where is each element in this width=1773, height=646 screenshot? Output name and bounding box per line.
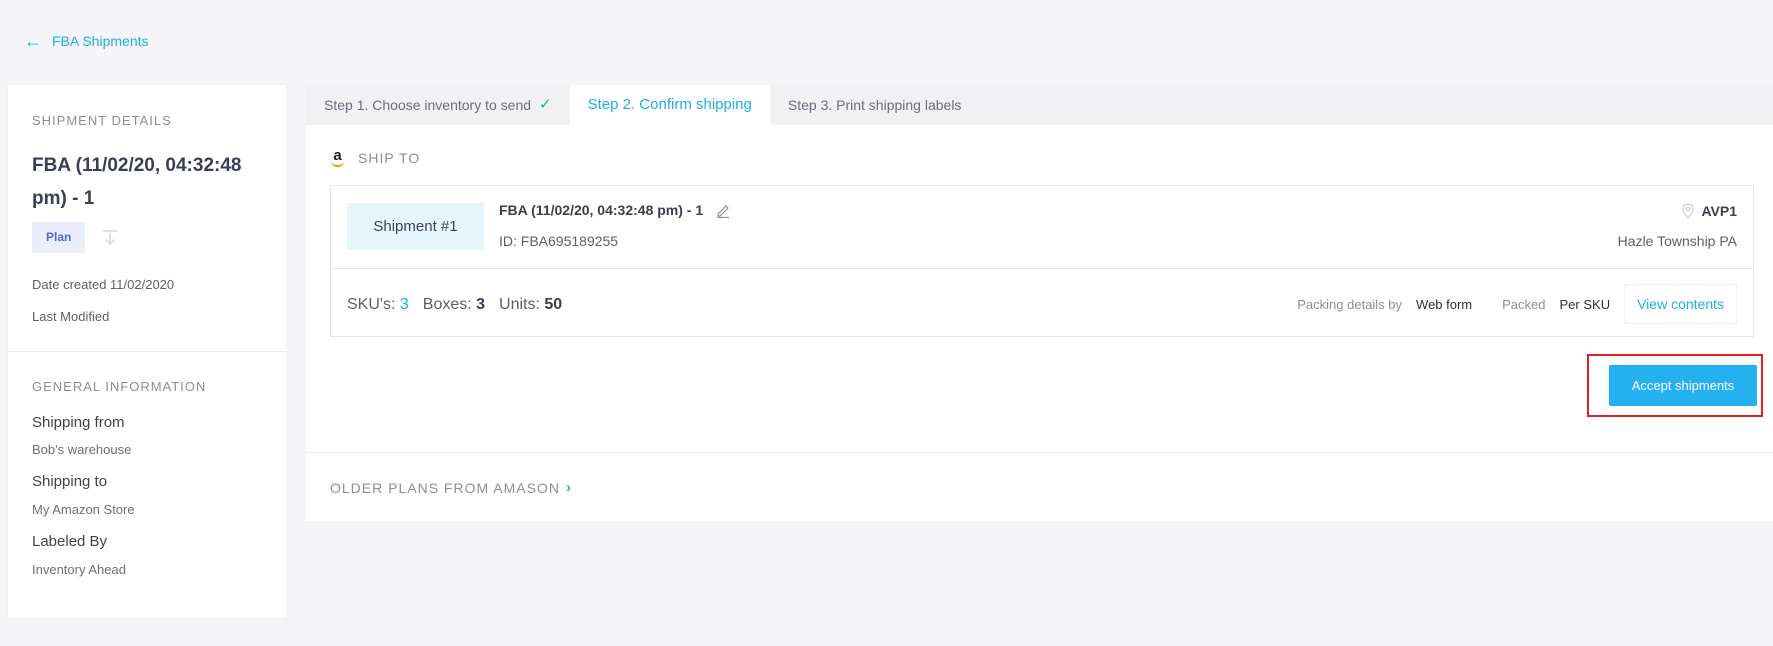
boxes-value: 3	[476, 296, 486, 313]
packed-value: Per SKU	[1559, 296, 1611, 312]
destination-city: Hazle Township PA	[1617, 233, 1737, 249]
pencil-edit-icon-svg	[717, 205, 730, 219]
skus-stat: SKU's: 3	[347, 296, 409, 314]
shipment-details-panel: SHIPMENT DETAILS FBA (11/02/20, 04:32:48…	[8, 85, 286, 618]
confirm-shipping-card: a SHIP TO Shipment #1 FBA (11/02/20, 04:…	[306, 125, 1773, 521]
units-value: 50	[544, 296, 563, 313]
shipment-details-heading: SHIPMENT DETAILS	[32, 113, 172, 128]
section-divider	[8, 351, 286, 352]
packing-details-value: Web form	[1416, 296, 1473, 312]
units-stat: Units: 50	[499, 296, 562, 314]
shipment-stats: SKU's: 3 Boxes: 3 Units: 50	[347, 296, 562, 314]
packing-info: Packing details by Web form Packed Per S…	[1297, 284, 1737, 324]
older-plans-link[interactable]: OLDER PLANS FROM AMASON ›	[330, 479, 572, 496]
view-contents-button[interactable]: View contents	[1624, 284, 1737, 324]
older-plans-label: OLDER PLANS FROM AMASON	[330, 479, 560, 496]
boxes-stat: Boxes: 3	[423, 296, 485, 314]
tab-step-2-label: Step 2. Confirm shipping	[587, 96, 752, 113]
shipping-to-value: My Amazon Store	[32, 502, 135, 517]
tab-step-1[interactable]: Step 1. Choose inventory to send ✓	[306, 85, 570, 125]
download-icon-svg	[102, 229, 119, 245]
back-link-label: FBA Shipments	[52, 33, 149, 49]
shipping-to-label: Shipping to	[32, 473, 108, 490]
date-created: Date created 11/02/2020	[32, 277, 175, 292]
card-divider	[306, 452, 1773, 453]
shipment-card: Shipment #1 FBA (11/02/20, 04:32:48 pm) …	[330, 185, 1754, 337]
packed-label: Packed	[1502, 296, 1546, 312]
shipping-from-label: Shipping from	[32, 414, 125, 431]
shipment-id: ID: FBA695189255	[499, 233, 619, 249]
checkmark-icon: ✓	[539, 96, 552, 113]
tab-step-1-label: Step 1. Choose inventory to send	[324, 97, 532, 113]
labeled-by-value: Inventory Ahead	[32, 562, 126, 577]
download-icon[interactable]	[99, 227, 121, 249]
shipment-name-row: FBA (11/02/20, 04:32:48 pm) - 1	[499, 202, 731, 219]
labeled-by-label: Labeled By	[32, 533, 108, 550]
shipment-title: FBA (11/02/20, 04:32:48 pm) - 1	[32, 155, 242, 209]
back-to-fba-shipments-link[interactable]: ← FBA Shipments	[24, 32, 149, 50]
boxes-label: Boxes:	[422, 296, 472, 313]
step-tabs: Step 1. Choose inventory to send ✓ Step …	[306, 85, 1773, 125]
accept-shipments-button[interactable]: Accept shipments	[1609, 365, 1757, 406]
shipment-header: Shipment #1 FBA (11/02/20, 04:32:48 pm) …	[331, 186, 1753, 269]
location-pin-icon	[1682, 203, 1695, 219]
skus-value: 3	[399, 296, 409, 313]
ship-to-label: SHIP TO	[358, 150, 421, 166]
general-information-heading: GENERAL INFORMATION	[32, 379, 207, 394]
units-label: Units:	[499, 296, 540, 313]
tab-step-3[interactable]: Step 3. Print shipping labels	[770, 85, 980, 125]
pencil-edit-icon[interactable]	[715, 202, 731, 219]
amazon-icon: a	[330, 148, 346, 167]
tab-step-3-label: Step 3. Print shipping labels	[787, 97, 962, 113]
ship-to-header: a SHIP TO	[330, 148, 421, 167]
chevron-right-icon: ›	[565, 479, 572, 496]
status-row: Plan	[32, 222, 121, 253]
skus-label: SKU's:	[347, 296, 396, 313]
packing-details-label: Packing details by	[1297, 296, 1403, 312]
destination-row: AVP1	[1681, 203, 1737, 219]
shipping-from-value: Bob's warehouse	[32, 442, 132, 457]
arrow-left-icon: ←	[24, 31, 42, 51]
status-badge: Plan	[32, 222, 86, 253]
destination-code: AVP1	[1701, 203, 1737, 219]
shipment-number: Shipment #1	[347, 203, 484, 250]
tab-step-2[interactable]: Step 2. Confirm shipping	[569, 85, 770, 125]
last-modified: Last Modified	[32, 309, 110, 324]
shipment-name: FBA (11/02/20, 04:32:48 pm) - 1	[499, 202, 704, 218]
